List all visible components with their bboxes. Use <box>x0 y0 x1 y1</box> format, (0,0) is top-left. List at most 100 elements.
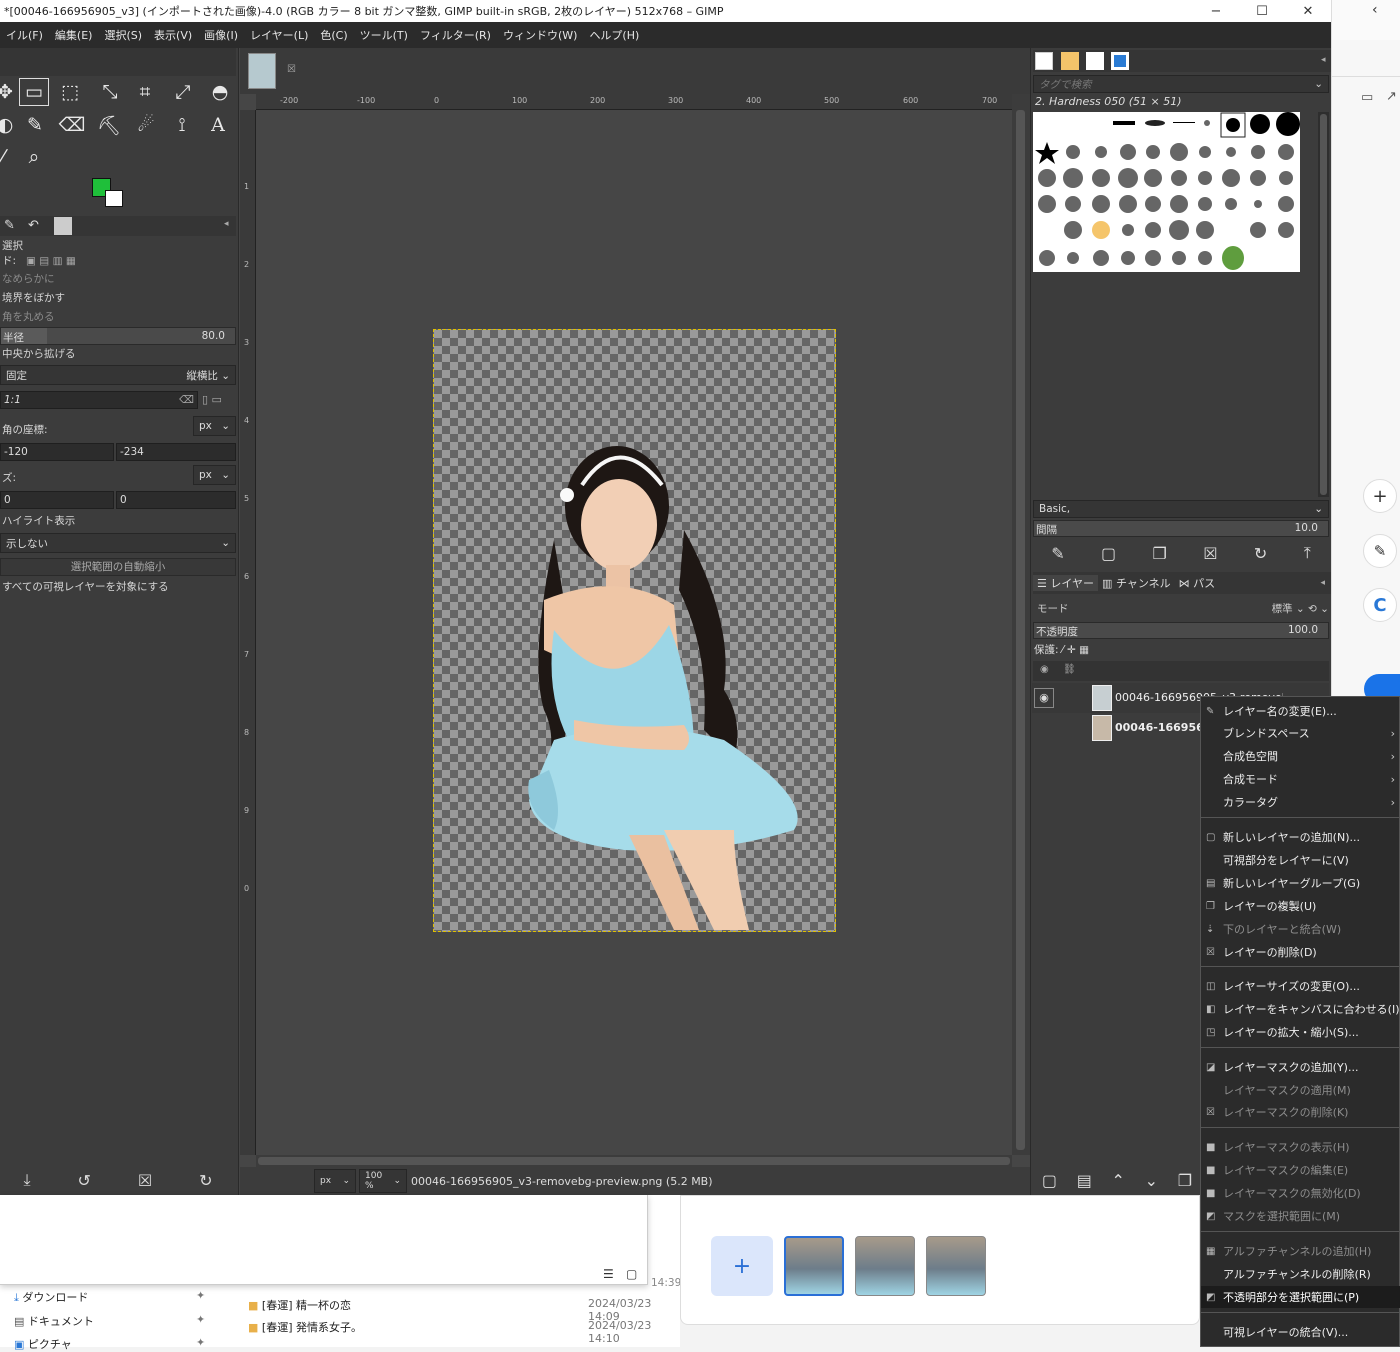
tab-layers[interactable]: ☰ レイヤー <box>1033 575 1099 591</box>
menu-item-add-layer-mask[interactable]: ◪ レイヤーマスクの追加(Y)... <box>1201 1056 1400 1078</box>
menu-tools[interactable]: ツール(T) <box>354 27 414 43</box>
delete-brush-icon[interactable]: ☒ <box>1203 544 1217 563</box>
image-canvas[interactable] <box>433 329 836 932</box>
menu-item-alpha-to-selection[interactable]: ◩ 不透明部分を選択範囲に(P) <box>1201 1286 1400 1308</box>
chevron-left-icon[interactable]: ‹ <box>1372 2 1378 18</box>
mode-replace-icon[interactable]: ▣ ▤ ▥ ▦ <box>26 255 76 267</box>
clear-icon[interactable]: ⌫ <box>179 394 194 406</box>
menu-item-composite-mode[interactable]: 合成モード › <box>1201 768 1400 790</box>
menu-item-show-layer-mask[interactable]: ■ レイヤーマスクの表示(H) <box>1201 1136 1400 1158</box>
details-view-icon[interactable]: ☰ <box>603 1267 614 1281</box>
eye-icon[interactable]: ◉ <box>1034 688 1054 708</box>
spacing-slider[interactable]: 間隔 10.0 <box>1033 520 1329 537</box>
background-color-swatch[interactable] <box>105 190 123 207</box>
menu-colors[interactable]: 色(C) <box>314 27 353 43</box>
bucket-fill-tool-icon[interactable]: ◐ <box>0 111 20 139</box>
menu-item-new-layer[interactable]: ▢ 新しいレイヤーの追加(N)... <box>1201 826 1400 848</box>
portrait-landscape-icon[interactable]: ▯ ▭ <box>202 393 222 406</box>
photo-thumbnail[interactable] <box>926 1236 986 1296</box>
menu-item-rename-layer[interactable]: ✎ レイヤー名の変更(E)... <box>1201 700 1400 722</box>
antialias-checkbox[interactable]: なめらかに <box>0 269 236 288</box>
duplicate-layer-icon[interactable]: ❐ <box>1178 1171 1192 1190</box>
refresh-brushes-icon[interactable]: ↻ <box>1254 544 1267 563</box>
new-layer-group-icon[interactable]: ▤ <box>1077 1171 1092 1190</box>
round-corners-checkbox[interactable]: 角を丸める <box>0 307 236 326</box>
document-history-tab-icon[interactable] <box>1111 52 1129 70</box>
free-select-tool-icon[interactable]: ⬚ <box>55 78 85 106</box>
menu-item-new-layer-group[interactable]: ▤ 新しいレイヤーグループ(G) <box>1201 872 1400 894</box>
menu-layer[interactable]: レイヤー(L) <box>244 27 314 43</box>
menu-item-duplicate-layer[interactable]: ❐ レイヤーの複製(U) <box>1201 895 1400 917</box>
quick-access-documents[interactable]: ▤ ドキュメント ✦ <box>14 1313 205 1329</box>
add-icon[interactable]: + <box>1363 479 1397 513</box>
menu-item-layer-boundary-size[interactable]: ◫ レイヤーサイズの変更(O)... <box>1201 975 1400 997</box>
menu-select[interactable]: 選択(S) <box>98 27 148 43</box>
image-tab-thumbnail[interactable] <box>248 53 276 89</box>
size-width-input[interactable]: 0 <box>0 491 114 509</box>
save-preset-icon[interactable]: ⤓ <box>23 1170 30 1190</box>
zoom-dropdown[interactable]: 100 % ⌄ <box>359 1169 407 1193</box>
delete-preset-icon[interactable]: ☒ <box>138 1171 152 1190</box>
menu-item-disable-layer-mask[interactable]: ■ レイヤーマスクの無効化(D) <box>1201 1182 1400 1204</box>
tab-paths[interactable]: ⋈ パス <box>1175 575 1220 591</box>
brush-scrollbar[interactable] <box>1318 112 1329 497</box>
tab-channels[interactable]: ▥ チャンネル <box>1098 575 1175 591</box>
open-brush-icon[interactable]: ⤒ <box>1304 543 1311 563</box>
highlight-dropdown[interactable]: 示しない ⌄ <box>0 533 236 553</box>
size-height-input[interactable]: 0 <box>116 491 236 509</box>
menu-item-blend-space[interactable]: ブレンドスペース › <box>1201 722 1400 744</box>
menu-item-delete-layer[interactable]: ☒ レイヤーの削除(D) <box>1201 941 1400 963</box>
brushes-tab-icon[interactable] <box>1035 52 1053 70</box>
layer-mode-dropdown[interactable]: 標準 ⌄ ⟲ ⌄ <box>1272 601 1329 616</box>
close-tab-icon[interactable]: ☒ <box>287 64 296 75</box>
copilot-icon[interactable]: C <box>1363 588 1397 622</box>
position-x-input[interactable]: -120 <box>0 443 114 461</box>
fuzzy-select-tool-icon[interactable]: ⤡ <box>95 78 125 106</box>
position-unit-dropdown[interactable]: px ⌄ <box>193 416 236 436</box>
pin-icon[interactable]: ✦ <box>196 1313 205 1326</box>
pin-icon[interactable]: ✦ <box>196 1336 205 1349</box>
minimize-button[interactable]: − <box>1193 0 1239 22</box>
menu-item-composite-space[interactable]: 合成色空間 › <box>1201 745 1400 767</box>
duplicate-brush-icon[interactable]: ❐ <box>1152 544 1166 563</box>
menu-help[interactable]: ヘルプ(H) <box>583 27 645 43</box>
reset-icon[interactable]: ↻ <box>199 1171 212 1190</box>
maximize-button[interactable]: ☐ <box>1239 0 1285 22</box>
color-picker-tool-icon[interactable]: ⁄ <box>0 143 18 171</box>
all-visible-checkbox[interactable]: すべての可視レイヤーを対象にする <box>0 577 236 596</box>
quick-access-downloads[interactable]: ⤓ ダウンロード ✦ <box>14 1289 205 1305</box>
menu-file[interactable]: イル(F) <box>0 27 49 43</box>
position-y-input[interactable]: -234 <box>116 443 236 461</box>
feather-checkbox[interactable]: 境界をぼかす <box>0 288 236 307</box>
fixed-dropdown[interactable]: 固定 縦横比 ⌄ <box>0 365 236 385</box>
clone-tool-icon[interactable]: ⛏ <box>94 111 124 139</box>
tiles-view-icon[interactable]: ▢ <box>626 1267 637 1281</box>
menu-edit[interactable]: 編集(E) <box>49 27 99 43</box>
warp-tool-icon[interactable]: ◓ <box>205 78 235 106</box>
new-brush-icon[interactable]: ▢ <box>1101 544 1116 563</box>
menu-item-remove-alpha[interactable]: アルファチャンネルの削除(R) <box>1201 1263 1400 1285</box>
photo-thumbnail[interactable] <box>784 1236 844 1296</box>
lock-alpha-icon[interactable]: ▦ <box>1079 644 1089 656</box>
lock-position-icon[interactable]: ✛ <box>1067 644 1076 656</box>
move-tool-icon[interactable]: ✥ <box>0 78 20 106</box>
menu-item-edit-layer-mask[interactable]: ■ レイヤーマスクの編集(E) <box>1201 1159 1400 1181</box>
tool-options-icon[interactable]: ✎ <box>4 218 15 233</box>
restore-preset-icon[interactable]: ↺ <box>77 1171 90 1190</box>
close-button[interactable]: ✕ <box>1285 0 1331 22</box>
menu-item-new-from-visible[interactable]: 可視部分をレイヤーに(V) <box>1201 849 1400 871</box>
menu-item-delete-layer-mask[interactable]: ☒ レイヤーマスクの削除(K) <box>1201 1101 1400 1123</box>
brush-preset-dropdown[interactable]: Basic, ⌄ <box>1033 500 1329 518</box>
panel-menu-icon[interactable]: ◂ <box>224 219 229 229</box>
device-icon[interactable]: ▭ <box>1361 90 1373 105</box>
raise-layer-icon[interactable]: ⌃ <box>1112 1171 1125 1190</box>
magic-wand-icon[interactable]: ✎ <box>1363 534 1397 568</box>
menu-windows[interactable]: ウィンドウ(W) <box>497 27 583 43</box>
expand-center-checkbox[interactable]: 中央から拡げる <box>0 344 236 363</box>
layer-name[interactable]: 00046-1669569 <box>1115 721 1211 734</box>
menu-filters[interactable]: フィルター(R) <box>414 27 497 43</box>
add-photo-button[interactable]: + <box>711 1236 773 1296</box>
list-item[interactable]: ■ [春運] 発情系女子。 2024/03/23 14:10 <box>248 1319 678 1345</box>
menu-item-merge-visible[interactable]: 可視レイヤーの統合(V)... <box>1201 1321 1400 1343</box>
layers-panel-menu-icon[interactable]: ◂ <box>1320 578 1331 588</box>
